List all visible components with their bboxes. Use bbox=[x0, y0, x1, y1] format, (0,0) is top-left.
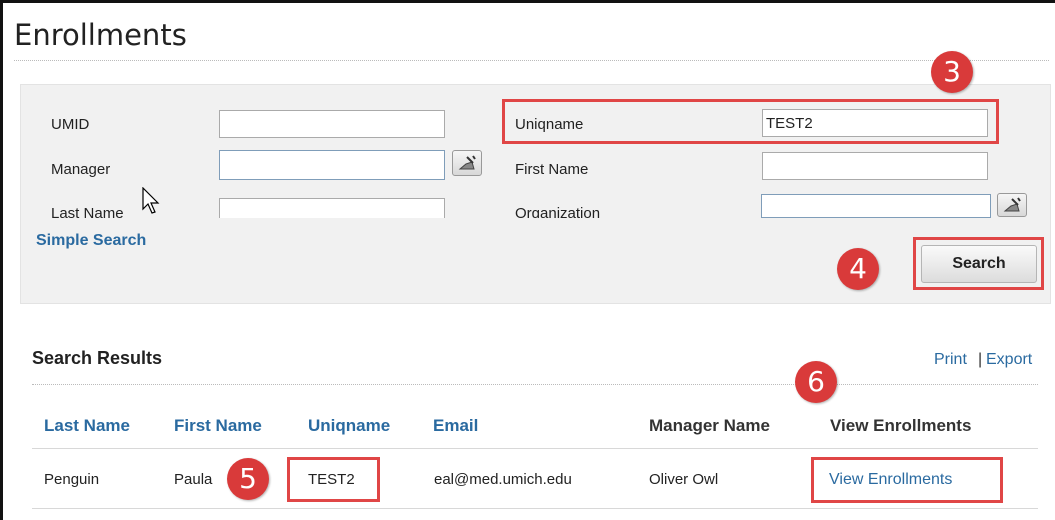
title-divider bbox=[14, 60, 1049, 61]
col-header-first-name[interactable]: First Name bbox=[174, 416, 262, 436]
manager-label: Manager bbox=[51, 161, 111, 178]
row-divider bbox=[32, 508, 1038, 509]
last-name-label: Last Name bbox=[51, 205, 124, 218]
organization-label: Organization bbox=[515, 205, 601, 218]
organization-input[interactable] bbox=[761, 194, 991, 218]
col-header-uniqname[interactable]: Uniqname bbox=[308, 416, 390, 436]
page-title: Enrollments bbox=[14, 18, 187, 52]
umid-label: UMID bbox=[51, 116, 90, 133]
first-name-input[interactable] bbox=[762, 152, 988, 180]
highlight-uniqname-field bbox=[502, 99, 999, 144]
mouse-cursor-icon bbox=[142, 187, 160, 214]
manager-input[interactable] bbox=[219, 150, 445, 180]
form-scroll-area: Last Name Organization bbox=[20, 198, 780, 218]
umid-input[interactable] bbox=[219, 110, 445, 138]
step-4-badge: 4 bbox=[837, 248, 879, 290]
search-results-title: Search Results bbox=[32, 348, 163, 368]
cell-manager-name: Oliver Owl bbox=[649, 471, 719, 488]
highlight-view-enrollments bbox=[811, 457, 1003, 503]
step-6-badge: 6 bbox=[795, 361, 837, 403]
results-divider bbox=[32, 384, 1038, 385]
simple-search-link[interactable]: Simple Search bbox=[36, 232, 146, 250]
cell-first-name: Paula bbox=[174, 471, 213, 488]
person-picker-icon[interactable] bbox=[452, 150, 482, 176]
organization-picker-icon[interactable] bbox=[997, 193, 1027, 217]
export-link[interactable]: Export bbox=[986, 351, 1032, 369]
highlight-search-button bbox=[913, 237, 1044, 290]
step-3-badge: 3 bbox=[931, 51, 973, 93]
highlight-uniqname-cell bbox=[287, 457, 380, 502]
print-link[interactable]: Print bbox=[934, 351, 967, 369]
first-name-label: First Name bbox=[515, 161, 589, 178]
cell-email: eal@med.umich.edu bbox=[434, 471, 572, 488]
cell-last-name: Penguin bbox=[44, 471, 100, 488]
col-header-manager-name: Manager Name bbox=[649, 416, 770, 435]
link-separator: | bbox=[978, 351, 983, 368]
col-header-view-enrollments: View Enrollments bbox=[830, 416, 972, 435]
organization-picker-glyph bbox=[1003, 197, 1021, 212]
col-header-last-name[interactable]: Last Name bbox=[44, 416, 130, 436]
last-name-input[interactable] bbox=[219, 198, 445, 218]
person-picker-glyph bbox=[458, 155, 476, 170]
step-5-badge: 5 bbox=[227, 458, 269, 500]
header-divider bbox=[32, 448, 1038, 449]
col-header-email[interactable]: Email bbox=[433, 416, 478, 436]
